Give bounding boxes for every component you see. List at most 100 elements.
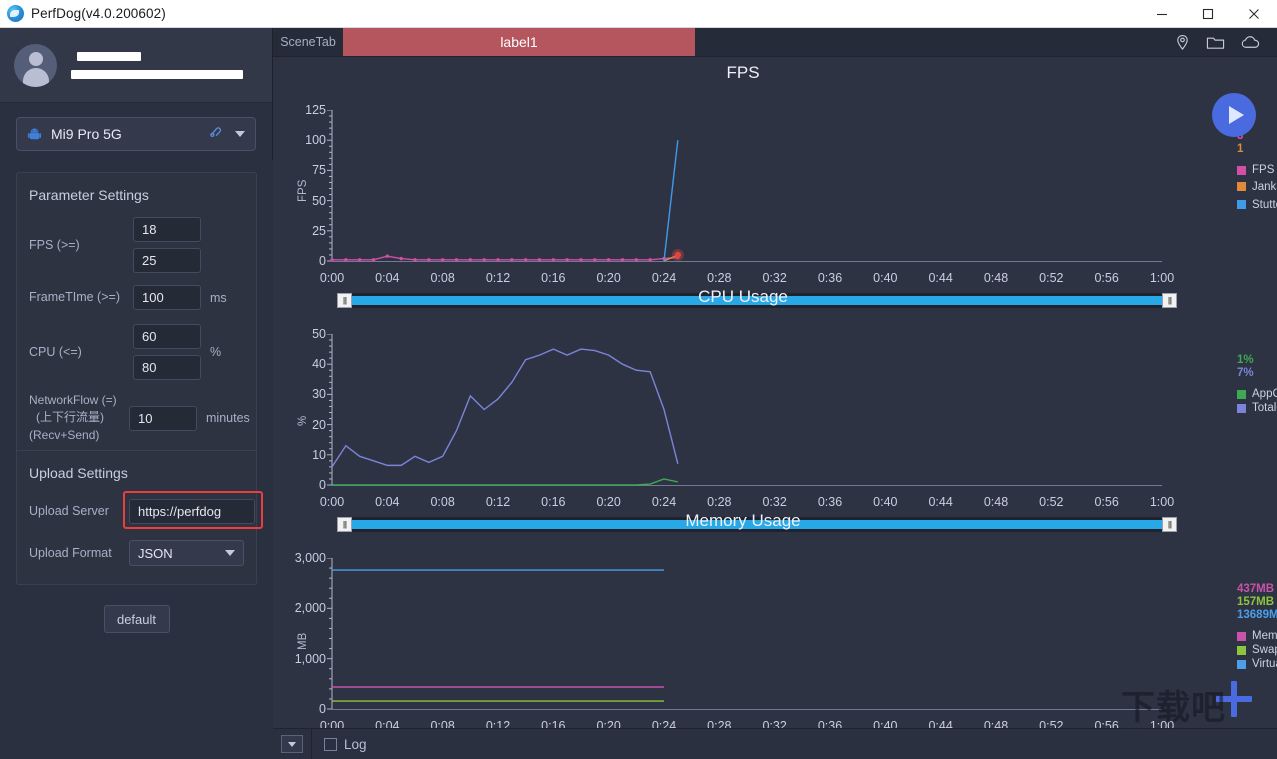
chevron-down-icon[interactable] — [235, 131, 245, 137]
charts-container: FPS FPS 0 25 50 75 100 125 0:00 0:04 0:08 0:12 0:16 0… — [273, 57, 1277, 759]
legend-items: AppCPU TotalCPU — [1237, 388, 1277, 414]
legend-label: Jank(卡顿次数) — [1252, 181, 1277, 193]
log-label: Log — [344, 736, 367, 752]
settings-divider — [17, 450, 256, 452]
fps-value1-input[interactable] — [133, 217, 201, 242]
upload-format-label: Upload Format — [29, 545, 112, 560]
legend-item[interactable]: SwapMemory — [1237, 644, 1277, 656]
chart-title: Memory Usage — [685, 511, 801, 530]
device-selector[interactable]: Mi9 Pro 5G — [16, 117, 256, 151]
legend-label: FPS — [1252, 164, 1275, 176]
folder-icon[interactable] — [1206, 34, 1225, 51]
legend-label: Memory — [1252, 630, 1277, 642]
default-button[interactable]: default — [103, 605, 170, 634]
upload-server-input[interactable] — [129, 499, 255, 525]
y-tick-label: 10 — [312, 447, 326, 462]
legend-label: VirtualMemory — [1252, 658, 1277, 670]
legend-readout: 7% — [1237, 367, 1254, 379]
legend-item[interactable]: Stutter(卡顿率) — [1237, 196, 1277, 212]
upload-settings-title: Upload Settings — [29, 465, 128, 482]
legend-swatch — [1237, 403, 1246, 413]
chart-memory-usage: Memory Usage MB 0 1,000 2,000 3,000 0:00 0:04 0:… — [273, 505, 1277, 759]
legend-swatch — [1237, 165, 1246, 175]
legend-item[interactable]: TotalCPU — [1237, 402, 1277, 414]
upload-format-row: Upload Format JSON — [29, 540, 244, 567]
chevron-down-icon — [288, 741, 296, 747]
upload-server-field-wrap — [123, 491, 263, 530]
legend-label: SwapMemory — [1252, 644, 1277, 656]
networkflow-input[interactable] — [129, 405, 197, 431]
networkflow-row: NetworkFlow (=) (上下行流量) (Recv+Send) minu… — [29, 392, 250, 444]
fps-fields — [133, 217, 201, 273]
location-pin-icon[interactable] — [1174, 34, 1191, 51]
cloud-icon[interactable] — [1240, 34, 1261, 50]
fps-value2-input[interactable] — [133, 248, 201, 273]
y-tick-label: 1,000 — [294, 651, 326, 666]
frametime-row: FrameTIme (>=) ms — [29, 285, 244, 310]
legend-swatch — [1237, 631, 1246, 641]
y-tick-label: 20 — [312, 417, 326, 432]
cpu-threshold-row: CPU (<=) % — [29, 324, 244, 380]
upload-format-select[interactable]: JSON — [129, 540, 244, 567]
cpu-fields — [133, 324, 201, 380]
bottom-bar: Log — [273, 728, 1277, 759]
add-button[interactable] — [1216, 681, 1252, 717]
legend-swatch — [1237, 181, 1246, 191]
chart-title: FPS — [726, 63, 760, 82]
networkflow-label-line1: NetworkFlow (=) — [29, 393, 117, 407]
left-sidebar: Mi9 Pro 5G Parameter Settings FPS (>=) 1… — [0, 28, 273, 759]
checkbox-icon[interactable] — [324, 737, 337, 751]
legend-item[interactable]: Memory — [1237, 630, 1277, 642]
title-bar: PerfDog(v4.0.200602) — [0, 0, 1277, 28]
legend-item[interactable]: VirtualMemory — [1237, 658, 1277, 670]
legend-items: FPS Jank(卡顿次数) Stutter(卡顿率) — [1237, 164, 1277, 212]
fps-threshold-row: FPS (>=) — [29, 217, 244, 273]
legend-items: Memory SwapMemory VirtualMemory — [1237, 630, 1277, 670]
legend-swatch — [1237, 389, 1246, 399]
networkflow-unit: minutes — [206, 411, 250, 426]
y-tick-label: 100 — [305, 133, 326, 148]
cpu-value1-input[interactable] — [133, 324, 201, 349]
legend-item[interactable]: AppCPU — [1237, 388, 1277, 400]
legend-readout: 13689MB — [1237, 609, 1277, 621]
chart-plot-area — [331, 348, 679, 486]
legend-label: TotalCPU — [1252, 402, 1277, 414]
y-tick-label: 50 — [312, 327, 326, 341]
profile-texts — [71, 51, 243, 79]
legend-readout: 157MB — [1237, 596, 1275, 608]
maximize-icon[interactable] — [1185, 0, 1231, 28]
chart-plot-area — [332, 569, 664, 702]
frametime-unit: ms — [210, 290, 227, 305]
fps-label: FPS (>=) — [29, 237, 80, 252]
legend-label: Stutter(卡顿率) — [1252, 199, 1277, 211]
networkflow-label: NetworkFlow (=) (上下行流量) (Recv+Send) — [29, 392, 129, 444]
networkflow-label-line3: (Recv+Send) — [29, 427, 100, 442]
avatar[interactable] — [14, 43, 57, 87]
legend-readout: 1% — [1237, 354, 1254, 366]
cpu-unit: % — [210, 345, 222, 359]
legend-readout: 1 — [1237, 143, 1244, 155]
perfdog-window: PerfDog(v4.0.200602) Mi9 Pro 5G Paramete… — [0, 0, 1277, 759]
y-tick-labels: 0 25 50 75 100 125 — [280, 103, 326, 268]
parameter-settings-group: Parameter Settings FPS (>=) FrameTIme (>… — [16, 172, 263, 586]
networkflow-label-line2: (上下行流量) — [36, 410, 104, 425]
minimize-icon[interactable] — [1139, 0, 1185, 28]
legend-readout: 437MB — [1237, 583, 1275, 595]
play-button[interactable] — [1212, 93, 1256, 137]
frametime-input[interactable] — [133, 285, 201, 310]
legend-label: AppCPU — [1252, 388, 1277, 400]
legend-item[interactable]: Jank(卡顿次数) — [1237, 178, 1277, 194]
scene-label1[interactable]: label1 — [343, 28, 695, 56]
collapse-button[interactable] — [281, 735, 303, 753]
usb-link-icon[interactable] — [208, 124, 225, 144]
window-controls — [1139, 0, 1277, 28]
parameter-settings-title: Parameter Settings — [29, 187, 149, 203]
log-checkbox[interactable]: Log — [324, 737, 367, 752]
legend-item[interactable]: FPS — [1237, 164, 1277, 176]
close-icon[interactable] — [1231, 0, 1277, 28]
android-robot-icon — [27, 128, 42, 139]
user-email-redacted — [71, 69, 243, 79]
cpu-value2-input[interactable] — [133, 355, 201, 380]
perfdog-globe-icon — [7, 5, 24, 22]
y-tick-labels: 0 1,000 2,000 3,000 — [280, 551, 326, 716]
